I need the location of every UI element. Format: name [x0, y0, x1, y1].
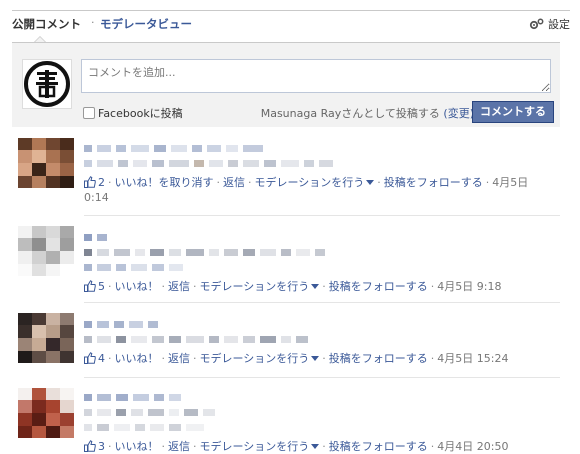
reply-link[interactable]: 返信 — [168, 280, 190, 293]
like-count: 5 — [98, 280, 105, 293]
unlike-link[interactable]: いいね！を取り消す — [115, 176, 214, 189]
chevron-down-icon — [311, 284, 320, 289]
thumbs-up-icon — [84, 352, 96, 364]
post-to-facebook-checkbox[interactable]: Facebookに投稿 — [83, 105, 183, 121]
pixelated-author-name — [84, 145, 560, 154]
moderate-link[interactable]: モデレーションを行う — [200, 440, 320, 453]
comment-actions: 2 · いいね！を取り消す · 返信 · モデレーションを行う · 投稿をフォローする · 4月5日… — [84, 176, 529, 204]
comment-divider — [84, 377, 560, 378]
moderate-label: モデレーションを行う — [199, 280, 310, 293]
timestamp-date[interactable]: 4月5日 — [492, 176, 528, 189]
thumbs-up-icon — [84, 176, 96, 188]
commenter-avatar[interactable] — [18, 138, 74, 188]
moderate-label: モデレーションを行う — [199, 440, 310, 453]
thumbs-up-icon — [84, 440, 96, 452]
settings-link[interactable]: 設定 — [529, 16, 570, 32]
comment-body: 4 · いいね！ · 返信 · モデレーションを行う · 投稿をフォローする · 4月5日 15:2… — [84, 313, 560, 366]
comment-divider — [84, 215, 560, 216]
comment-actions: 4 · いいね！ · 返信 · モデレーションを行う · 投稿をフォローする · 4月5日 15:2… — [84, 351, 560, 366]
chevron-down-icon — [311, 444, 320, 449]
pixelated-comment-text — [84, 336, 560, 345]
comment-body: 2 · いいね！を取り消す · 返信 · モデレーションを行う · 投稿をフォローする · 4月5日… — [84, 138, 560, 205]
like-count: 4 — [98, 352, 105, 365]
tab-separator: · — [91, 16, 95, 29]
facebook-label: Facebookに投稿 — [98, 107, 183, 120]
follow-post-link[interactable]: 投稿をフォローする — [329, 280, 428, 293]
pixelated-comment-text — [84, 424, 560, 433]
moderate-label: モデレーションを行う — [199, 352, 310, 365]
comment-input[interactable] — [81, 59, 551, 93]
tab-moderator-view[interactable]: モデレータビュー — [100, 16, 192, 32]
timestamp-time[interactable]: 15:24 — [477, 352, 509, 365]
posting-as-text: Masunaga Rayさんとして投稿する — [260, 107, 440, 120]
pixelated-author-name — [84, 321, 560, 330]
timestamp-date[interactable]: 4月4日 — [437, 440, 473, 453]
moderate-link[interactable]: モデレーションを行う — [200, 352, 320, 365]
commenter-avatar[interactable] — [18, 226, 74, 276]
reply-link[interactable]: 返信 — [223, 176, 245, 189]
chevron-down-icon — [366, 180, 375, 185]
moderate-link[interactable]: モデレーションを行う — [255, 176, 375, 189]
reply-link[interactable]: 返信 — [168, 352, 190, 365]
tab-public-comments[interactable]: 公開コメント — [12, 16, 81, 32]
like-link[interactable]: いいね！ — [115, 440, 159, 453]
pixelated-comment-text — [84, 160, 560, 169]
like-count: 2 — [98, 176, 105, 189]
timestamp-date[interactable]: 4月5日 — [437, 280, 473, 293]
commenter-avatar[interactable] — [18, 313, 74, 363]
moderate-link[interactable]: モデレーションを行う — [200, 280, 320, 293]
top-divider — [12, 10, 570, 11]
reply-link[interactable]: 返信 — [168, 440, 190, 453]
checkbox-box[interactable] — [83, 107, 95, 119]
thumbs-up-icon — [84, 280, 96, 292]
timestamp-time[interactable]: 0:14 — [84, 191, 109, 204]
like-link[interactable]: いいね！ — [115, 352, 159, 365]
comment-divider — [84, 302, 560, 303]
timestamp-time[interactable]: 20:50 — [477, 440, 509, 453]
comment-body: 5 · いいね！ · 返信 · モデレーションを行う · 投稿をフォローする · 4月5日 9:18 — [84, 226, 560, 294]
follow-post-link[interactable]: 投稿をフォローする — [384, 176, 483, 189]
comment-composer: Facebookに投稿 Masunaga Rayさんとして投稿する (変更) コ… — [12, 42, 560, 127]
pixelated-comment-text — [84, 264, 560, 273]
pixelated-author-name — [84, 394, 560, 403]
moderate-label: モデレーションを行う — [254, 176, 365, 189]
pixelated-comment-text — [84, 249, 560, 258]
settings-label: 設定 — [548, 18, 570, 31]
follow-post-link[interactable]: 投稿をフォローする — [329, 440, 428, 453]
like-link[interactable]: いいね！ — [115, 280, 159, 293]
like-count: 3 — [98, 440, 105, 453]
change-user-link[interactable]: (変更) — [443, 107, 474, 120]
commenter-avatar[interactable] — [18, 388, 74, 438]
timestamp-date[interactable]: 4月5日 — [437, 352, 473, 365]
pixelated-author-name — [84, 234, 560, 243]
comment-actions: 5 · いいね！ · 返信 · モデレーションを行う · 投稿をフォローする · 4月5日 9:18 — [84, 279, 560, 294]
user-logo — [24, 61, 70, 107]
comment-body: 3 · いいね！ · 返信 · モデレーションを行う · 投稿をフォローする · 4月4日 20:5… — [84, 388, 560, 454]
avatar — [22, 59, 72, 109]
gear-icon — [529, 18, 544, 30]
comment-tabs: 公開コメント · モデレータビュー 設定 — [12, 16, 570, 34]
posting-as: Masunaga Rayさんとして投稿する (変更) — [261, 105, 474, 121]
pixelated-comment-text — [84, 409, 560, 418]
chevron-down-icon — [311, 356, 320, 361]
follow-post-link[interactable]: 投稿をフォローする — [329, 352, 428, 365]
timestamp-time[interactable]: 9:18 — [477, 280, 502, 293]
submit-comment-button[interactable]: コメントする — [472, 101, 554, 123]
